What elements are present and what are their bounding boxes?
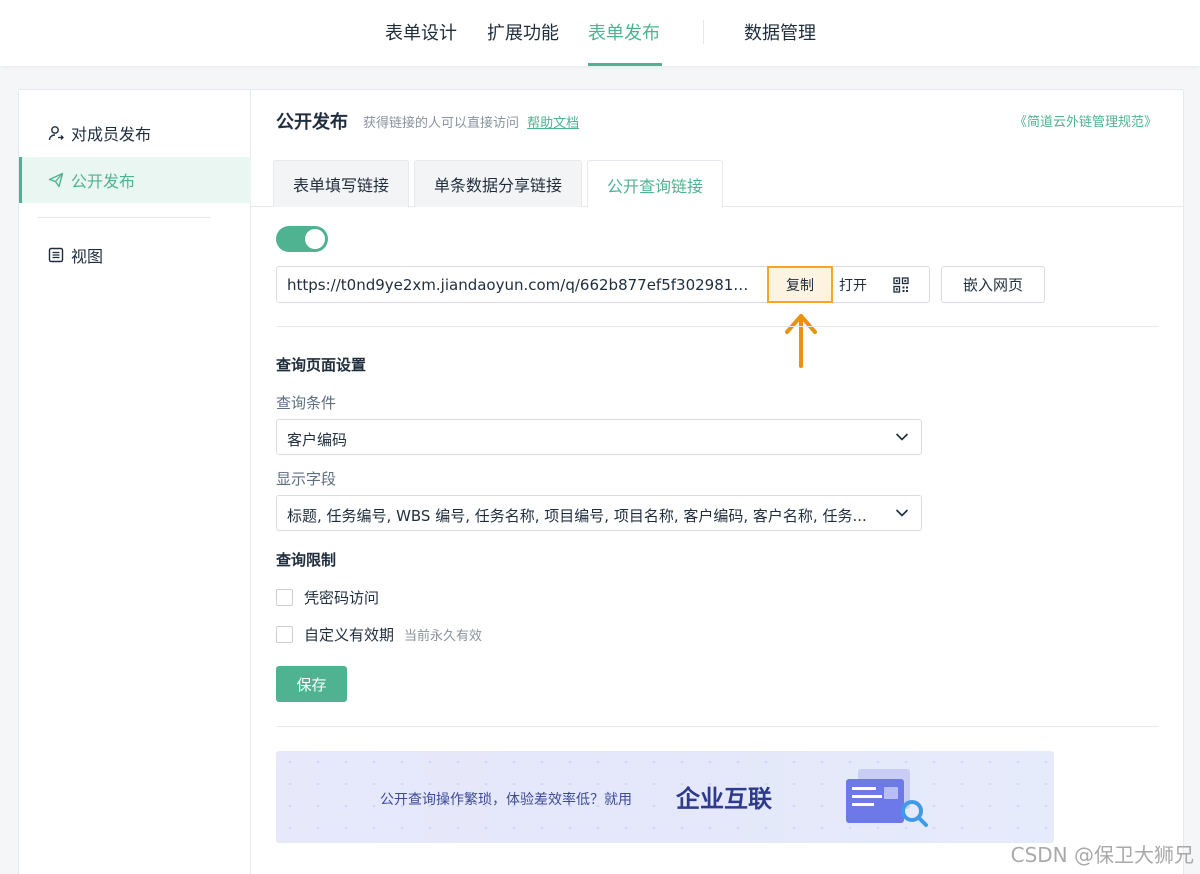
nav-form-publish[interactable]: 表单发布: [588, 19, 660, 45]
tab-form-fill-link[interactable]: 表单填写链接: [273, 160, 409, 207]
chevron-down-icon: [895, 433, 909, 441]
nav-form-design[interactable]: 表单设计: [385, 19, 457, 45]
send-icon: [47, 171, 65, 189]
public-link-url[interactable]: https://t0nd9ye2xm.jiandaoyun.com/q/662b…: [287, 276, 757, 294]
display-fields-value: 标题, 任务编号, WBS 编号, 任务名称, 项目编号, 项目名称, 客户编码…: [287, 507, 867, 525]
chevron-down-icon: [895, 509, 909, 517]
content-area: 公开发布 获得链接的人可以直接访问 帮助文档 《简道云外链管理规范》 表单填写链…: [251, 90, 1183, 874]
section-divider: [276, 726, 1159, 727]
arrow-up-icon: [785, 314, 817, 368]
public-query-toggle[interactable]: [276, 226, 328, 252]
watermark: CSDN @保卫大狮兄: [1010, 843, 1194, 867]
nav-divider: [703, 20, 704, 44]
custom-validity-checkbox[interactable]: [276, 626, 293, 643]
page-title: 公开发布: [276, 112, 348, 133]
sidebar-item-label: 视图: [71, 247, 104, 266]
custom-validity-row: 自定义有效期 当前永久有效: [276, 624, 482, 645]
top-nav: 表单设计 扩展功能 表单发布 数据管理: [0, 0, 1200, 66]
help-doc-link[interactable]: 帮助文档: [527, 116, 579, 131]
qr-code-icon[interactable]: [893, 277, 909, 293]
save-button[interactable]: 保存: [276, 666, 347, 702]
page-description: 获得链接的人可以直接访问 帮助文档: [363, 112, 579, 131]
display-fields-label: 显示字段: [276, 470, 337, 488]
nav-extensions[interactable]: 扩展功能: [487, 19, 559, 45]
open-button[interactable]: 打开: [839, 275, 867, 295]
sidebar-divider: [37, 217, 211, 218]
sidebar-item-member-publish[interactable]: 对成员发布: [19, 110, 251, 156]
query-settings-title: 查询页面设置: [276, 356, 367, 374]
nav-active-indicator: [588, 63, 662, 66]
banner-highlight: 企业互联: [676, 785, 772, 813]
password-access-checkbox[interactable]: [276, 589, 293, 606]
query-condition-select[interactable]: 客户编码: [276, 419, 922, 455]
list-view-icon: [47, 246, 65, 264]
password-access-row: 凭密码访问: [276, 587, 379, 608]
tab-public-query-link[interactable]: 公开查询链接: [587, 160, 723, 208]
document-search-icon: [846, 769, 928, 827]
banner-text: 公开查询操作繁琐，体验差效率低？就用: [380, 792, 632, 808]
public-link-box: https://t0nd9ye2xm.jiandaoyun.com/q/662b…: [276, 266, 930, 303]
display-fields-select[interactable]: 标题, 任务编号, WBS 编号, 任务名称, 项目编号, 项目名称, 客户编码…: [276, 495, 922, 531]
query-condition-value: 客户编码: [287, 431, 348, 449]
validity-note: 当前永久有效: [404, 629, 483, 644]
query-limits-title: 查询限制: [276, 551, 337, 569]
sidebar-item-label: 公开发布: [71, 172, 136, 191]
external-link-policy-link[interactable]: 《简道云外链管理规范》: [1014, 111, 1157, 130]
section-divider: [276, 326, 1159, 327]
sidebar: 对成员发布 公开发布 视图: [19, 90, 251, 874]
embed-webpage-button[interactable]: 嵌入网页: [941, 266, 1045, 303]
query-condition-label: 查询条件: [276, 394, 337, 412]
tab-single-data-share-link[interactable]: 单条数据分享链接: [414, 160, 582, 207]
user-share-icon: [47, 124, 65, 142]
sidebar-item-view[interactable]: 视图: [19, 232, 251, 278]
copy-button[interactable]: 复制: [767, 266, 833, 303]
nav-data-management[interactable]: 数据管理: [744, 19, 816, 45]
main-panel: 对成员发布 公开发布 视图 公开发布 获得链接的人可以直接访问 帮助文档 《简道…: [18, 89, 1184, 874]
page-description-text: 获得链接的人可以直接访问: [363, 116, 520, 131]
custom-validity-label: 自定义有效期: [304, 626, 395, 644]
sidebar-item-public-publish[interactable]: 公开发布: [19, 157, 251, 203]
password-access-label: 凭密码访问: [304, 589, 380, 607]
sidebar-item-label: 对成员发布: [71, 125, 152, 144]
enterprise-interconnect-banner[interactable]: 公开查询操作繁琐，体验差效率低？就用 企业互联: [276, 751, 1054, 843]
